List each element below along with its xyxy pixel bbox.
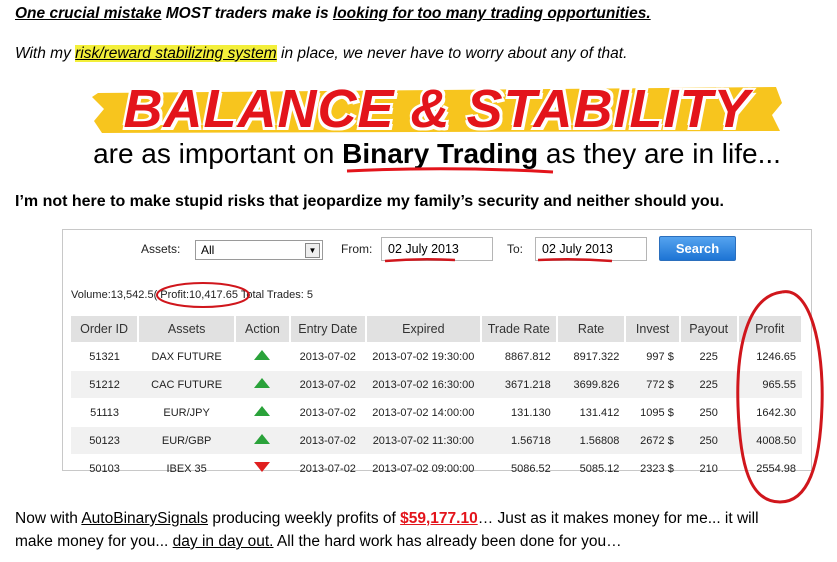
table-row: 50103 IBEX 35 2013-07-02 2013-07-02 09:0… [71,454,802,482]
cell-rate: 3699.826 [556,370,626,399]
cell-order-id: 50103 [71,454,139,482]
cell-entry: 2013-07-02 [289,342,366,371]
cell-rate: 8917.322 [556,342,626,371]
summary-volume: Volume:13,542.5( [71,289,158,301]
assets-label: Assets: [141,242,181,256]
cell-invest: 2672 $ [625,426,680,455]
cell-asset: DAX FUTURE [138,342,236,371]
banner-red-swoosh [346,167,554,174]
cell-entry: 2013-07-02 [289,426,366,455]
cell-action [235,426,290,455]
trades-table: Order ID Assets Action Entry Date Expire… [71,316,804,482]
cell-entry: 2013-07-02 [289,398,366,427]
cell-trade-rate: 3671.218 [480,370,557,399]
table-row: 51212 CAC FUTURE 2013-07-02 2013-07-02 1… [71,370,802,399]
arrow-up-icon [254,350,271,360]
cell-invest: 772 $ [625,370,680,399]
cell-action [235,370,290,399]
cell-order-id: 51321 [71,342,139,371]
closing-line-1: Now with AutoBinarySignals producing wee… [15,510,759,528]
col-action[interactable]: Action [235,316,291,343]
weekly-profit-amount: $59,177.10 [400,510,478,527]
banner-subtitle-bold: Binary Trading [342,138,539,169]
profit-column-annotation [736,290,824,504]
day-in-day-out-text: day in day out. [172,533,274,550]
cell-asset: EUR/GBP [138,426,236,455]
cell-expired: 2013-07-02 19:30:00 [365,342,481,371]
cell-asset: CAC FUTURE [138,370,236,399]
dropdown-arrow-icon[interactable]: ▼ [305,243,320,258]
to-label: To: [507,242,524,256]
cell-expired: 2013-07-02 16:30:00 [365,370,481,399]
safety-statement: I’m not here to make stupid risks that j… [15,193,724,210]
intro-subline-part1: With my [15,45,76,62]
closing-line2-part1: make money for you... [15,533,173,550]
intro-subline: With my risk/reward stabilizing system i… [15,45,627,63]
closing-part1: Now with [15,510,82,527]
cell-action [235,454,290,482]
table-row: 51113 EUR/JPY 2013-07-02 2013-07-02 14:0… [71,398,802,427]
search-button[interactable]: Search [659,236,736,261]
cell-invest: 1095 $ [625,398,680,427]
table-header-row: Order ID Assets Action Entry Date Expire… [71,316,804,343]
banner-subtitle-part1: are as important on [93,138,343,169]
cell-order-id: 51212 [71,370,139,399]
cell-action [235,398,290,427]
banner-title: BALANCE & STABILITY [123,79,751,139]
col-entry-date[interactable]: Entry Date [289,316,367,343]
cell-trade-rate: 131.130 [480,398,557,427]
cell-order-id: 50123 [71,426,139,455]
from-label: From: [341,242,373,256]
autobinarysignals-link[interactable]: AutoBinarySignals [81,510,208,527]
profit-circle-annotation [156,282,250,308]
col-rate[interactable]: Rate [556,316,627,343]
intro-headline-part1: One crucial mistake [15,5,162,22]
closing-line2-part2: All the hard work has already been done … [273,533,622,550]
table-row: 51321 DAX FUTURE 2013-07-02 2013-07-02 1… [71,342,802,371]
cell-trade-rate: 8867.812 [480,342,557,371]
banner-subtitle-part2: as they are in life... [538,138,781,169]
cell-order-id: 51113 [71,398,139,427]
cell-entry: 2013-07-02 [289,370,366,399]
cell-rate: 1.56808 [556,426,626,455]
date-underline-annotation [384,257,613,263]
risk-reward-link[interactable]: risk/reward stabilizing system [75,45,277,62]
cell-trade-rate: 1.56718 [480,426,557,455]
table-row: 50123 EUR/GBP 2013-07-02 2013-07-02 11:3… [71,426,802,455]
intro-subline-part2: in place, we never have to worry about a… [276,45,628,62]
cell-expired: 2013-07-02 11:30:00 [365,426,481,455]
arrow-up-icon [254,406,271,416]
col-order-id[interactable]: Order ID [71,316,140,343]
cell-action [235,342,290,371]
intro-headline: One crucial mistake MOST traders make is… [15,5,651,23]
col-assets[interactable]: Assets [138,316,237,343]
intro-headline-part3: looking for too many trading opportuniti… [332,5,651,22]
intro-headline-part2: MOST traders make is [161,5,333,22]
cell-asset: EUR/JPY [138,398,236,427]
cell-rate: 5085.12 [556,454,626,482]
cell-asset: IBEX 35 [138,454,236,482]
arrow-up-icon [254,434,271,444]
cell-expired: 2013-07-02 14:00:00 [365,398,481,427]
cell-entry: 2013-07-02 [289,454,366,482]
cell-invest: 2323 $ [625,454,680,482]
col-invest[interactable]: Invest [625,316,681,343]
col-trade-rate[interactable]: Trade Rate [480,316,558,343]
closing-line-2: make money for you... day in day out. Al… [15,533,622,551]
cell-expired: 2013-07-02 09:00:00 [365,454,481,482]
cell-invest: 997 $ [625,342,680,371]
cell-rate: 131.412 [556,398,626,427]
col-expired[interactable]: Expired [365,316,482,343]
arrow-down-icon [254,462,271,472]
closing-part3: … Just as it makes money for me... it wi… [477,510,759,527]
cell-trade-rate: 5086.52 [480,454,557,482]
closing-part2: producing weekly profits of [208,510,401,527]
assets-select[interactable]: All ▼ [195,240,323,260]
assets-select-value: All [201,243,215,257]
arrow-up-icon [254,378,271,388]
